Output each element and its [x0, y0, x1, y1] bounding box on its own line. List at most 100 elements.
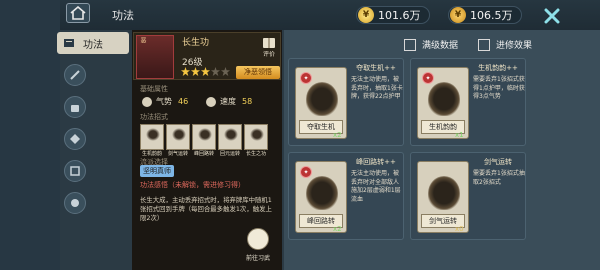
- stat-value: 46: [178, 97, 189, 106]
- skill-name: 剑气运转: [167, 151, 188, 157]
- meditating-figure-icon: [428, 82, 460, 116]
- effect-status: 功法感悟（未解锁，需进修习得）: [140, 181, 245, 189]
- sword-icon: [70, 70, 80, 80]
- sidebar: [0, 0, 60, 270]
- sidebar-item-bag[interactable]: [64, 96, 86, 118]
- book-icon: [263, 38, 275, 48]
- gold-coin-icon: ¥: [450, 7, 466, 23]
- section-base-attr: 基础属性: [140, 85, 168, 93]
- checkbox-label: 满级数据: [422, 41, 459, 51]
- gongfa-header: 恶 长生功 26级 净恶领悟 评价: [133, 32, 281, 80]
- momentum-icon: [142, 96, 152, 107]
- page-title: 功法: [112, 9, 134, 22]
- learn-icon: [247, 228, 269, 250]
- home-button[interactable]: [66, 3, 90, 23]
- sidebar-item-treasure[interactable]: [64, 128, 86, 150]
- alignment-badge: 恶: [139, 37, 146, 43]
- card-art: ✦ 夺取生机: [295, 67, 347, 139]
- skill-card-icon[interactable]: [192, 124, 216, 150]
- card-description: 无法主动使用，被丢弃时，抽取1张卡牌，获得22点护甲: [351, 76, 403, 100]
- enlighten-button[interactable]: 净恶领悟: [236, 66, 280, 79]
- card-art: ✦ 峰回路转: [295, 161, 347, 233]
- skill-card[interactable]: 剑气运转 x0 剑气运转 需要丢弃1张招式抽取2张招式: [410, 152, 526, 240]
- currency-value: 106.5万: [470, 9, 513, 22]
- bag-icon: [71, 105, 79, 112]
- skill-card-icon[interactable]: [140, 124, 164, 150]
- stat-label: 气势: [156, 97, 172, 106]
- sidebar-item-scroll[interactable]: [64, 160, 86, 182]
- stat-speed: 速度 58: [206, 96, 252, 107]
- skill-card-icon[interactable]: [218, 124, 242, 150]
- star-empty-icon: [221, 67, 230, 76]
- tab-gongfa[interactable]: 功法: [57, 32, 129, 54]
- close-icon: [544, 8, 560, 24]
- star-filled-icon: [201, 67, 210, 76]
- stat-value: 58: [242, 97, 253, 106]
- sidebar-item-skill[interactable]: [64, 192, 86, 214]
- close-button[interactable]: [541, 5, 563, 27]
- checkbox-box[interactable]: [404, 38, 416, 51]
- gongfa-portrait: 恶: [136, 35, 174, 79]
- advanced-effect-checkbox[interactable]: 进修效果: [478, 38, 532, 51]
- card-name: 生机韵韵++: [478, 64, 518, 72]
- card-description: 无法主动使用，被丢弃时对全部敌人施加2层虚弱和1层流血: [351, 170, 401, 203]
- currency-gold[interactable]: ¥ 106.5万: [448, 6, 522, 24]
- currency-copper[interactable]: ¥ 101.6万: [356, 6, 430, 24]
- section-skills: 功法招式: [140, 113, 168, 121]
- rating-button[interactable]: 评价: [260, 37, 278, 59]
- card-name: 剑气运转: [484, 158, 512, 166]
- skill-name: 回元运转: [219, 151, 240, 157]
- star-filled-icon: [191, 67, 200, 76]
- card-name: 峰回路转++: [356, 158, 396, 166]
- figure-icon: [428, 176, 460, 210]
- card-count: x2: [333, 225, 342, 233]
- learn-label: 前往习武: [245, 255, 270, 262]
- card-count: x2: [333, 131, 342, 139]
- meditating-figure-icon: [306, 82, 338, 116]
- skill-name-row: 生机韵韵 剑气运转 峰回路转 回元运转 长生之功: [140, 150, 268, 157]
- full-data-checkbox[interactable]: 满级数据: [404, 38, 458, 51]
- effect-description: 长生大成，主动丢弃招式时，将弃牌库中随机1张招式回到手牌（每回合最多触发1次，触…: [140, 196, 272, 222]
- fist-icon: [71, 199, 79, 207]
- card-count: x1: [455, 131, 464, 139]
- figure-icon: [306, 176, 338, 210]
- card-type-icon: ✦: [300, 72, 312, 84]
- star-rating: [181, 67, 230, 76]
- star-filled-icon: [181, 67, 190, 76]
- skill-icon-row: [140, 124, 268, 150]
- currency-value: 101.6万: [378, 9, 421, 22]
- gongfa-name: 长生功: [182, 38, 210, 48]
- skill-card[interactable]: ✦ 峰回路转 x2 峰回路转++ 无法主动使用，被丢弃时对全部敌人施加2层虚弱和…: [288, 152, 404, 240]
- tab-label: 功法: [83, 39, 103, 51]
- skill-card[interactable]: ✦ 生机韵韵 x1 生机韵韵++ 需要丢弃1张招式获得1点护甲，临时获得3点气势: [410, 58, 526, 146]
- skill-name: 长生之功: [245, 151, 266, 157]
- skill-card-icon[interactable]: [166, 124, 190, 150]
- home-icon: [70, 6, 86, 20]
- scroll-icon: [70, 166, 80, 176]
- card-art: 剑气运转: [417, 161, 469, 233]
- star-empty-icon: [211, 67, 220, 76]
- stat-label: 速度: [220, 97, 236, 106]
- checkbox-label: 进修效果: [496, 41, 533, 51]
- skill-card-icon[interactable]: [244, 124, 268, 150]
- card-type-icon: ✦: [300, 166, 312, 178]
- style-chip[interactable]: 坚明真师: [140, 165, 174, 177]
- card-type-icon: ✦: [422, 72, 434, 84]
- card-art: ✦ 生机韵韵: [417, 67, 469, 139]
- copper-coin-icon: ¥: [358, 7, 374, 23]
- card-description: 需要丢弃1张招式抽取2张招式: [473, 170, 525, 186]
- skill-card[interactable]: ✦ 夺取生机 x2 夺取生机++ 无法主动使用，被丢弃时，抽取1张卡牌，获得22…: [288, 58, 404, 146]
- card-description: 需要丢弃1张招式获得1点护甲，临时获得3点气势: [473, 76, 525, 100]
- card-name: 夺取生机++: [356, 64, 396, 72]
- book-icon: [64, 39, 74, 47]
- skill-name: 生机韵韵: [141, 151, 162, 157]
- skill-name: 峰回路转: [193, 151, 214, 157]
- speed-icon: [206, 96, 216, 107]
- stat-momentum: 气势 46: [142, 96, 188, 107]
- card-count: x0: [455, 225, 464, 233]
- learn-button[interactable]: 前往习武: [238, 228, 278, 266]
- gem-icon: [70, 134, 80, 144]
- rating-label: 评价: [262, 51, 275, 58]
- checkbox-box[interactable]: [478, 38, 490, 51]
- sidebar-item-weapon[interactable]: [64, 64, 86, 86]
